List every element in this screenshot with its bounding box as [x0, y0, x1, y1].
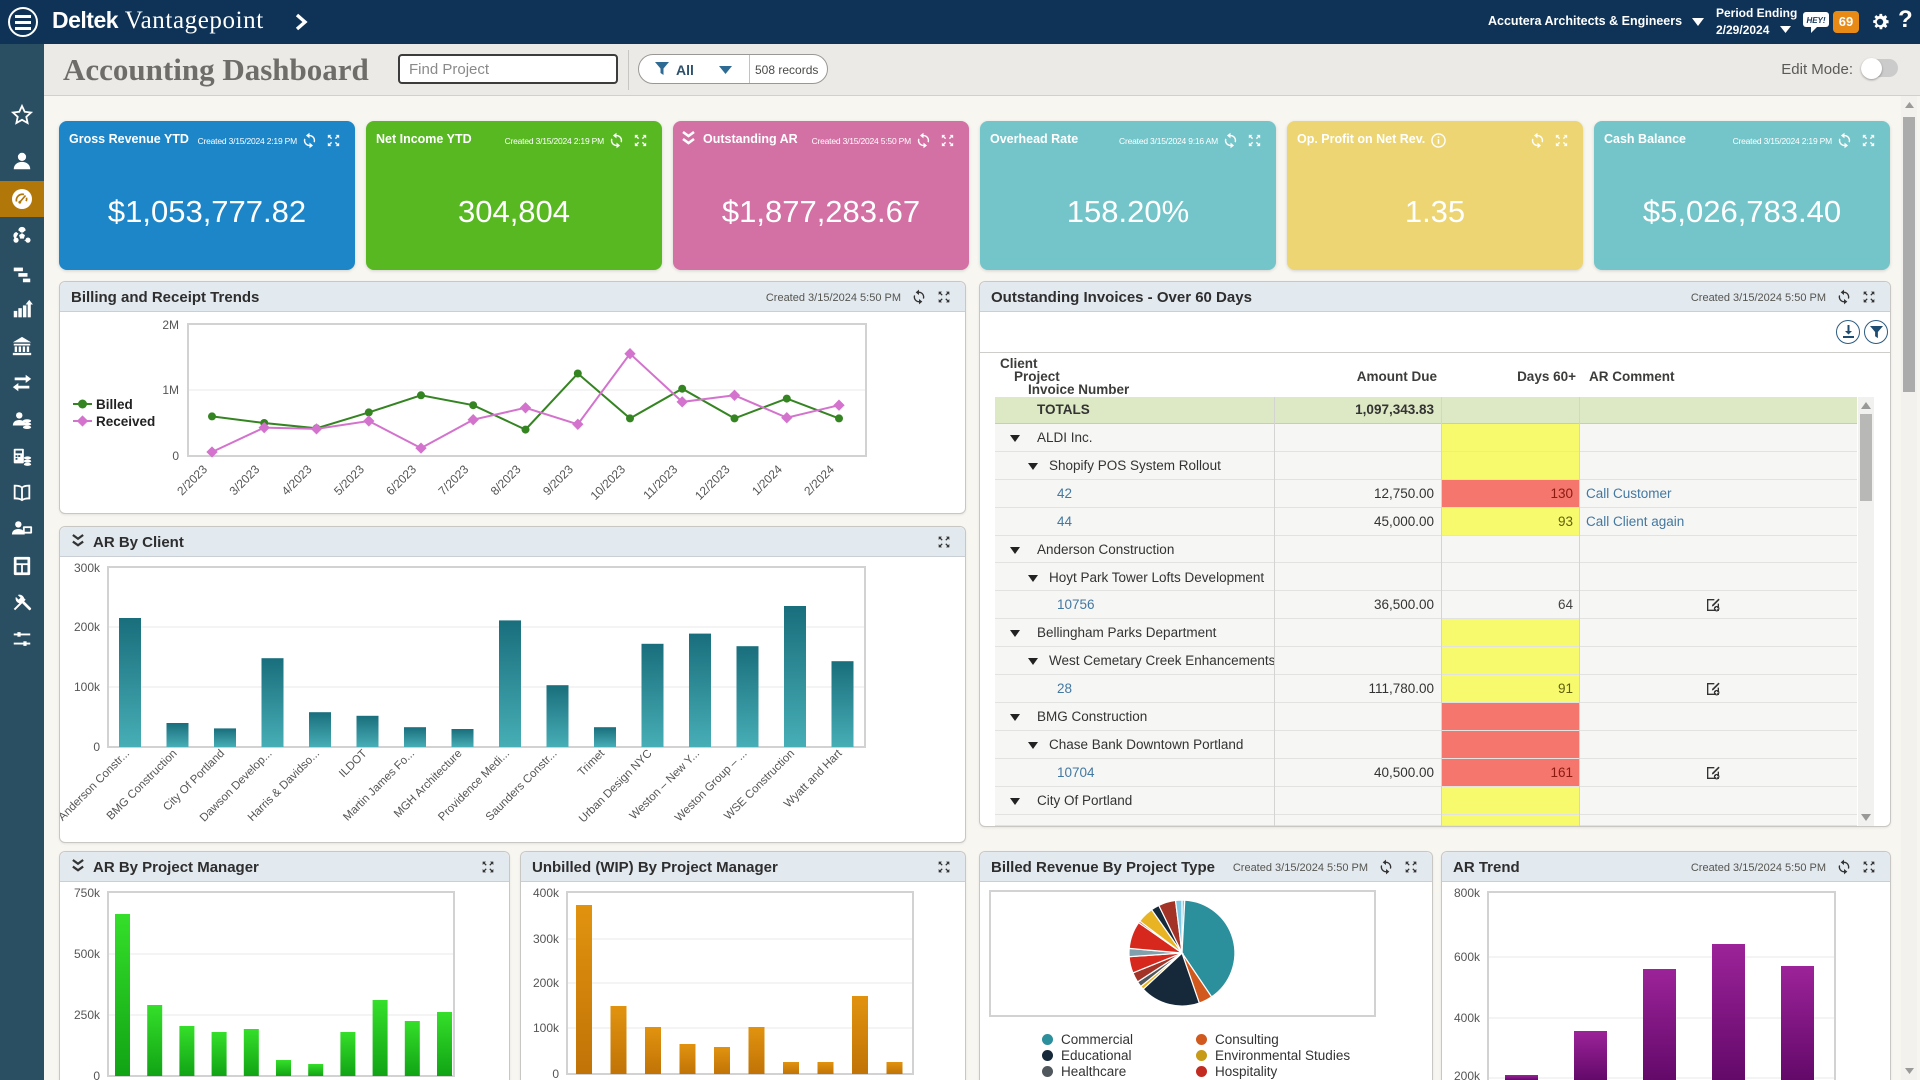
svg-text:100k: 100k — [533, 1021, 560, 1035]
svg-text:3/2023: 3/2023 — [226, 462, 262, 498]
svg-text:9/2023: 9/2023 — [540, 462, 576, 498]
svg-text:400k: 400k — [533, 886, 560, 900]
svg-text:300k: 300k — [533, 932, 560, 946]
svg-text:2/2024: 2/2024 — [801, 462, 837, 498]
svg-text:5/2023: 5/2023 — [331, 462, 367, 498]
svg-text:0: 0 — [93, 1069, 100, 1080]
svg-text:1/2024: 1/2024 — [749, 462, 785, 498]
svg-text:200k: 200k — [533, 976, 560, 990]
svg-text:200k: 200k — [74, 620, 101, 634]
svg-text:ILDOT: ILDOT — [337, 748, 369, 780]
svg-text:12/2023: 12/2023 — [692, 462, 733, 503]
svg-text:2M: 2M — [162, 318, 179, 332]
svg-text:0: 0 — [552, 1067, 559, 1080]
svg-text:HEY!: HEY! — [1806, 16, 1825, 25]
svg-text:4/2023: 4/2023 — [279, 462, 315, 498]
svg-text:400k: 400k — [1454, 1011, 1481, 1025]
svg-text:250k: 250k — [74, 1008, 101, 1022]
svg-text:600k: 600k — [1454, 950, 1481, 964]
svg-text:2/2023: 2/2023 — [174, 462, 210, 498]
svg-text:800k: 800k — [1454, 886, 1481, 900]
svg-text:Billed: Billed — [96, 397, 133, 412]
svg-text:300k: 300k — [74, 561, 101, 575]
svg-text:1M: 1M — [162, 383, 179, 397]
svg-text:Trimet: Trimet — [576, 747, 608, 779]
svg-text:Received: Received — [96, 414, 155, 429]
svg-text:0: 0 — [172, 449, 179, 463]
svg-text:7/2023: 7/2023 — [435, 462, 471, 498]
svg-text:11/2023: 11/2023 — [640, 462, 680, 502]
svg-text:0: 0 — [93, 740, 100, 754]
svg-text:8/2023: 8/2023 — [488, 462, 524, 498]
svg-text:6/2023: 6/2023 — [383, 462, 419, 498]
svg-text:200k: 200k — [1454, 1069, 1481, 1080]
svg-text:10/2023: 10/2023 — [588, 462, 629, 503]
svg-text:500k: 500k — [74, 947, 101, 961]
svg-text:100k: 100k — [74, 680, 101, 694]
svg-text:750k: 750k — [74, 886, 101, 900]
